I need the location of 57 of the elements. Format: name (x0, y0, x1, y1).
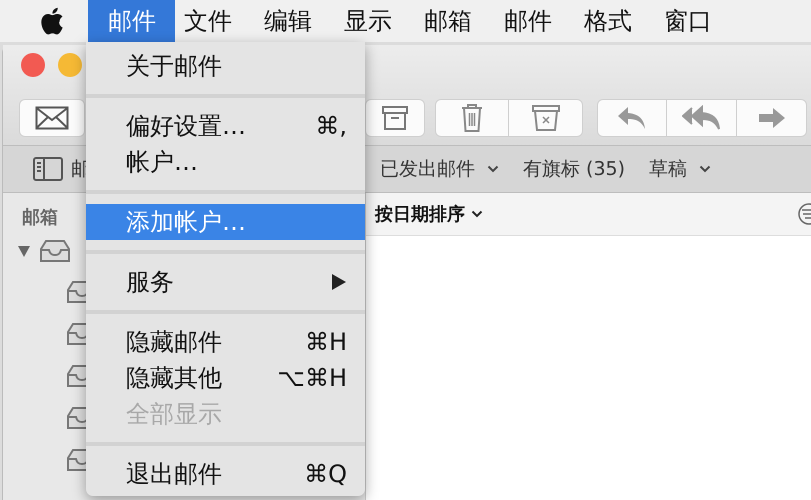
reply-all-button[interactable] (667, 99, 737, 137)
junk-box-icon (532, 104, 560, 132)
menu-item[interactable]: 服务 (86, 264, 365, 300)
submenu-arrow-icon (331, 273, 347, 291)
menu-item[interactable]: 关于邮件 (86, 48, 365, 84)
forward-button[interactable] (737, 99, 807, 137)
menu-item-label: 全部显示 (126, 399, 223, 430)
menubar-item[interactable]: 邮箱 (408, 0, 488, 42)
menu-item-label: 关于邮件 (126, 51, 223, 82)
disclosure-triangle-icon[interactable] (17, 244, 31, 258)
favorites-bar-item[interactable]: 草稿 (649, 156, 712, 182)
sidebar-toggle-icon[interactable] (33, 157, 63, 181)
chevron-down-icon (471, 210, 483, 218)
menu-item[interactable]: 帐户… (86, 144, 365, 180)
junk-button[interactable] (509, 99, 583, 137)
shortcut-label: ⌘H (304, 328, 347, 356)
menu-item[interactable]: 添加帐户… (86, 204, 365, 240)
menu-item[interactable]: 退出邮件 ⌘Q (86, 456, 365, 492)
menu-item-label: 添加帐户… (126, 207, 247, 238)
favorites-bar-item[interactable]: 有旗标 (35) (523, 156, 626, 182)
menubar-item[interactable]: 窗口 (648, 0, 728, 42)
menu-item-label: 服务 (126, 267, 175, 298)
trash-icon (460, 103, 484, 133)
favorites-bar-item[interactable]: 已发出邮件 (380, 156, 499, 182)
menu-item-label: 帐户… (126, 147, 199, 178)
new-message-button[interactable] (19, 99, 85, 137)
menu-item[interactable]: 偏好设置… ⌘, (86, 108, 365, 144)
menubar-item[interactable]: 邮件 (88, 0, 175, 42)
menu-item[interactable]: 隐藏其他 ⌥⌘H (86, 360, 365, 396)
sort-menu[interactable]: 按日期排序 (375, 202, 483, 226)
shortcut-label: ⌥⌘H (277, 364, 347, 392)
envelope-icon (35, 106, 69, 130)
menubar-item[interactable]: 格式 (568, 0, 648, 42)
apple-logo-icon[interactable] (40, 7, 64, 35)
menubar-item[interactable]: 邮件 (488, 0, 568, 42)
shortcut-label: ⌘, (315, 112, 347, 140)
menubar-item[interactable]: 编辑 (248, 0, 328, 42)
close-window-button[interactable] (21, 53, 45, 77)
menu-item-label: 隐藏邮件 (126, 327, 223, 358)
menu-item-label: 退出邮件 (126, 459, 223, 490)
archive-button[interactable] (365, 99, 425, 137)
filter-icon[interactable] (797, 202, 811, 226)
reply-button[interactable] (597, 99, 667, 137)
chevron-down-icon (487, 165, 499, 173)
sidebar-header: 邮箱 (22, 206, 58, 230)
menu-item-label: 隐藏其他 (126, 363, 223, 394)
menubar-item[interactable]: 显示 (328, 0, 408, 42)
reply-arrow-icon (616, 105, 648, 131)
forward-arrow-icon (756, 107, 786, 129)
inbox-tray-icon[interactable] (39, 239, 71, 263)
menu-item-label: 偏好设置… (126, 111, 247, 142)
menu-item[interactable]: 隐藏邮件 ⌘H (86, 324, 365, 360)
chevron-down-icon (699, 165, 712, 173)
reply-all-arrow-icon (682, 105, 722, 131)
archive-box-icon (382, 105, 408, 131)
shortcut-label: ⌘Q (304, 460, 347, 488)
delete-button[interactable] (435, 99, 509, 137)
